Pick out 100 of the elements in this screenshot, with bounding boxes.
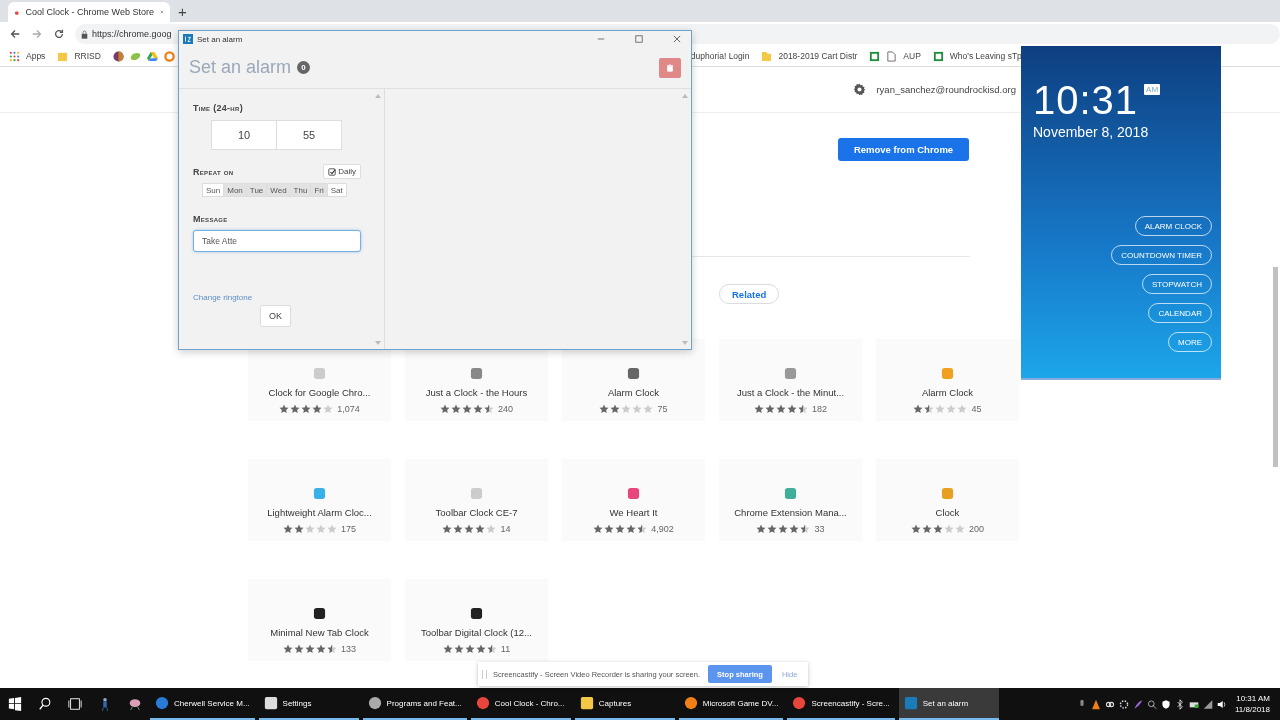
day-toggle[interactable]: Thu xyxy=(289,183,312,197)
star-icon xyxy=(453,524,464,534)
extension-title: Toolbar Clock CE-7 xyxy=(435,507,518,518)
delete-button[interactable] xyxy=(659,57,681,78)
extension-card[interactable]: Chrome Extension Mana... 33 xyxy=(719,459,862,541)
ok-button[interactable]: OK xyxy=(260,305,291,327)
star-icon xyxy=(615,524,626,534)
day-toggle[interactable]: Fri xyxy=(310,183,328,197)
daily-checkbox[interactable]: Daily xyxy=(323,164,361,179)
rating-count: 240 xyxy=(498,404,513,414)
star-icon xyxy=(464,644,475,654)
star-icon xyxy=(294,524,304,534)
taskbar-date[interactable]: 11/8/2018 xyxy=(1235,704,1270,715)
star-icon xyxy=(283,524,293,534)
task-view-icon[interactable] xyxy=(68,697,82,711)
extension-card[interactable]: Clock 200 xyxy=(876,459,1019,541)
wifi-icon[interactable] xyxy=(1203,698,1213,710)
rating-count: 75 xyxy=(657,404,668,414)
app-icon xyxy=(470,367,483,380)
extension-card[interactable]: We Heart It 4,902 xyxy=(562,459,705,541)
feather-icon[interactable] xyxy=(1133,698,1143,710)
bookmark[interactable]: Who's Leaving sTp xyxy=(949,51,1022,61)
drive-icon[interactable] xyxy=(146,50,158,62)
extension-title: Just a Clock - the Hours xyxy=(425,387,528,398)
day-toggle[interactable]: Sat xyxy=(326,183,347,197)
extension-title: Clock for Google Chro... xyxy=(268,387,371,398)
apps-grid-icon xyxy=(9,50,20,62)
day-toggle[interactable]: Sun xyxy=(202,183,225,197)
extension-card[interactable]: Just a Clock - the Minut... 182 xyxy=(719,339,862,421)
extension-title: Lightweight Alarm Cloc... xyxy=(267,507,372,518)
hours-field[interactable]: 10 xyxy=(211,120,277,150)
taskbar-button[interactable]: Set an alarm xyxy=(898,688,999,720)
star-icon xyxy=(316,644,326,654)
settings-icon[interactable] xyxy=(853,83,867,96)
taskbar-button[interactable]: Settings xyxy=(258,688,359,720)
star-icon xyxy=(955,524,965,534)
shield-icon[interactable] xyxy=(1161,698,1171,710)
app-icon xyxy=(475,696,490,710)
new-tab-button[interactable]: + xyxy=(178,2,187,22)
star-icon xyxy=(599,404,610,414)
day-toggle[interactable]: Wed xyxy=(266,183,291,197)
extension-title: Alarm Clock xyxy=(921,387,974,398)
extension-card[interactable]: Alarm Clock 45 xyxy=(876,339,1019,421)
extension-card[interactable]: Toolbar Digital Clock (12... 11 xyxy=(405,579,548,661)
bookmark[interactable]: RRISD xyxy=(74,51,101,61)
minutes-field[interactable]: 55 xyxy=(276,120,342,150)
rating-count: 11 xyxy=(500,644,511,654)
taskbar-button[interactable]: Programs and Feat... xyxy=(362,688,467,720)
star-icon xyxy=(787,404,797,414)
app-icon xyxy=(183,34,193,44)
drag-handle[interactable] xyxy=(482,669,487,679)
star-icon xyxy=(789,524,800,534)
star-icon xyxy=(957,404,968,414)
back-icon[interactable] xyxy=(9,28,21,40)
taskbar-button[interactable]: Screencastify - Scre... xyxy=(787,688,895,720)
star-icon xyxy=(637,524,648,534)
star-icon xyxy=(301,404,312,414)
bookmark[interactable]: Apps xyxy=(26,51,46,61)
bookmark[interactable]: duphoria! Login xyxy=(690,51,750,61)
star-icon xyxy=(484,404,494,414)
extension-title: Just a Clock - the Minut... xyxy=(736,387,845,398)
extension-card[interactable]: Lightweight Alarm Cloc... 175 xyxy=(248,459,391,541)
day-toggle[interactable]: Tue xyxy=(245,183,268,197)
search-icon[interactable] xyxy=(38,697,52,711)
close-icon[interactable] xyxy=(673,35,681,43)
spinner-icon[interactable] xyxy=(1119,698,1129,710)
browser-tab[interactable]: Cool Clock - Chrome Web Store xyxy=(8,2,170,22)
star-icon xyxy=(922,524,932,534)
bluetooth-icon[interactable] xyxy=(1175,698,1185,710)
rating-count: 182 xyxy=(812,404,827,414)
extension-title: Toolbar Digital Clock (12... xyxy=(421,627,532,638)
day-toggle[interactable]: Mon xyxy=(223,183,247,197)
taskbar-button[interactable]: Cherwell Service M... xyxy=(150,688,255,720)
start-icon[interactable] xyxy=(8,697,22,711)
extension-card[interactable]: Minimal New Tab Clock 133 xyxy=(248,579,391,661)
star-icon xyxy=(290,404,301,414)
scrollbar[interactable] xyxy=(1273,267,1278,467)
extension-card[interactable]: Toolbar Clock CE-7 14 xyxy=(405,459,548,541)
related-tab[interactable]: Related xyxy=(719,284,780,304)
taskbar-time[interactable]: 10:31 AM xyxy=(1236,693,1270,704)
bookmark[interactable]: 2018-2019 Cart Distr xyxy=(778,51,858,61)
taskbar-button[interactable]: Cool Clock - Chro... xyxy=(470,688,571,720)
taskbar-button[interactable]: Microsoft Game DV... xyxy=(678,688,784,720)
cone-icon[interactable] xyxy=(1091,698,1101,710)
star-icon xyxy=(473,404,483,414)
reload-icon[interactable] xyxy=(53,28,65,40)
ring-icon[interactable] xyxy=(163,50,175,62)
app-icon xyxy=(263,696,278,710)
volume-icon[interactable] xyxy=(1217,698,1227,710)
clock-time: 10:31 xyxy=(1033,80,1139,120)
rating-count: 200 xyxy=(969,524,984,534)
message-field[interactable]: Take Atte xyxy=(193,230,361,252)
app-icon xyxy=(941,487,954,500)
remove-from-chrome-button[interactable]: Remove from Chrome xyxy=(838,138,969,161)
rating-count: 14 xyxy=(500,524,511,534)
star-icon xyxy=(440,404,450,414)
maximize-icon[interactable] xyxy=(635,35,643,43)
extension-title: Clock xyxy=(935,507,960,518)
taskbar-button[interactable]: Captures xyxy=(574,688,675,720)
bookmark[interactable]: AUP xyxy=(903,51,921,61)
